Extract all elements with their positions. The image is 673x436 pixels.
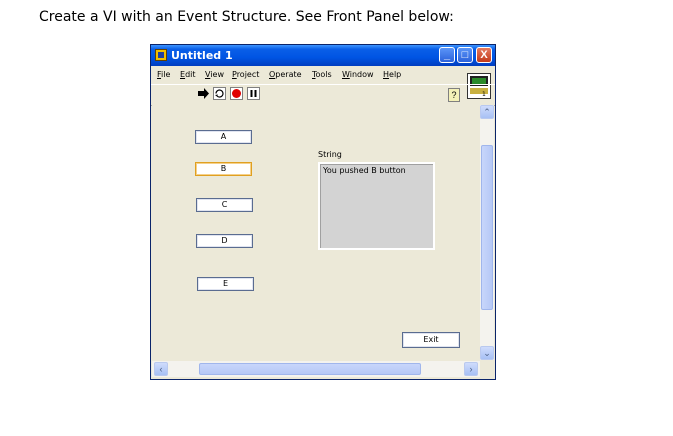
menu-window[interactable]: Window	[342, 70, 374, 79]
exit-button[interactable]: Exit	[402, 332, 460, 348]
menu-view[interactable]: View	[205, 70, 224, 79]
button-a[interactable]: A	[195, 130, 252, 144]
horizontal-scroll-thumb[interactable]	[199, 363, 421, 375]
instruction-text: Create a VI with an Event Structure. See…	[39, 9, 454, 25]
menu-edit[interactable]: Edit	[180, 70, 196, 79]
close-button[interactable]: X	[476, 47, 492, 63]
abort-icon[interactable]	[230, 87, 243, 100]
string-indicator[interactable]: You pushed B button	[318, 162, 435, 250]
scroll-left-icon[interactable]: ‹	[154, 362, 168, 376]
maximize-button[interactable]: □	[457, 47, 473, 63]
window-title: Untitled 1	[171, 49, 233, 62]
menu-project[interactable]: Project	[232, 70, 259, 79]
button-b[interactable]: B	[195, 162, 252, 176]
menu-operate[interactable]: Operate	[269, 70, 302, 79]
front-panel: A B C D E String You pushed B button Exi…	[152, 105, 480, 361]
string-label: String	[318, 150, 342, 159]
menu-tools[interactable]: Tools	[312, 70, 332, 79]
minimize-button[interactable]: _	[439, 47, 455, 63]
button-c[interactable]: C	[196, 198, 253, 212]
button-e[interactable]: E	[197, 277, 254, 291]
vertical-scrollbar[interactable]: ⌃ ⌄	[480, 105, 494, 360]
menu-bar: File Edit View Project Operate Tools Win…	[151, 67, 495, 83]
button-d[interactable]: D	[196, 234, 253, 248]
labview-window: Untitled 1 _ □ X File Edit View Project …	[150, 44, 496, 380]
title-bar[interactable]: Untitled 1 _ □ X	[151, 45, 495, 66]
labview-app-icon	[155, 49, 167, 61]
menu-help[interactable]: Help	[383, 70, 401, 79]
pause-icon[interactable]	[247, 87, 260, 100]
context-help-button[interactable]: ?	[448, 88, 460, 102]
scroll-down-icon[interactable]: ⌄	[480, 346, 494, 360]
vertical-scroll-thumb[interactable]	[481, 145, 493, 310]
scroll-right-icon[interactable]: ›	[464, 362, 478, 376]
run-continuous-icon[interactable]	[213, 87, 226, 100]
run-arrow-icon[interactable]	[197, 87, 210, 100]
scroll-up-icon[interactable]: ⌃	[480, 105, 494, 119]
toolbar: ?	[151, 84, 495, 106]
menu-file[interactable]: File	[157, 70, 170, 79]
horizontal-scrollbar[interactable]: ‹ ›	[152, 361, 480, 377]
